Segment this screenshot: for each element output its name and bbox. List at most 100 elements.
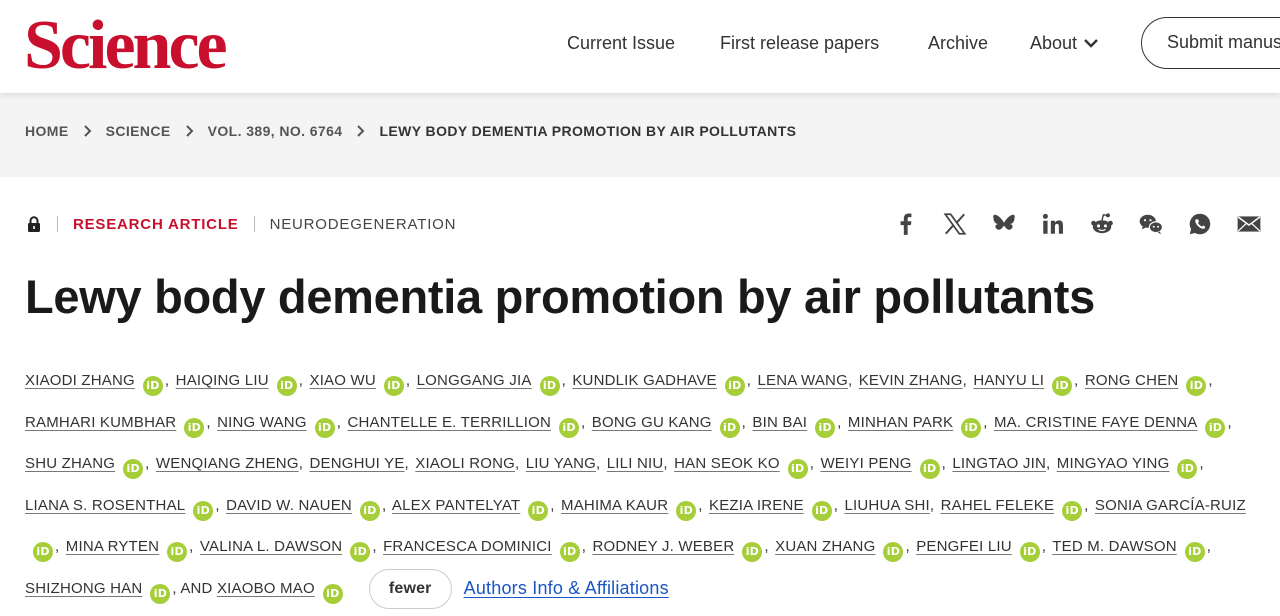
orcid-icon[interactable]: iD xyxy=(193,500,214,521)
orcid-icon[interactable]: iD xyxy=(142,376,163,396)
orcid-icon[interactable]: iD xyxy=(961,417,982,438)
x-icon[interactable] xyxy=(941,208,969,240)
orcid-icon[interactable]: iD xyxy=(528,500,549,521)
breadcrumb-home[interactable]: HOME xyxy=(25,123,69,139)
email-icon[interactable] xyxy=(1235,208,1263,240)
author-link[interactable]: MAHIMA KAUR xyxy=(561,497,668,514)
author-link[interactable]: WEIYI PENG xyxy=(820,455,911,472)
author-link[interactable]: KUNDLIK GADHAVE xyxy=(572,372,716,389)
author-link[interactable]: CHANTELLE E. TERRILLION xyxy=(347,414,551,431)
linkedin-icon[interactable] xyxy=(1039,208,1067,240)
facebook-icon[interactable] xyxy=(892,208,920,240)
author-link[interactable]: PENGFEI LIU xyxy=(916,538,1012,555)
author-link[interactable]: BONG GU KANG xyxy=(592,414,712,431)
author-link[interactable]: LIUHUA SHI xyxy=(844,497,929,514)
author-link[interactable]: HAN SEOK KO xyxy=(674,455,780,472)
orcid-icon[interactable]: iD xyxy=(559,417,579,438)
author-link[interactable]: LENA WANG xyxy=(758,372,848,389)
author-link[interactable]: MINA RYTEN xyxy=(66,538,159,555)
article-topic[interactable]: NEURODEGENERATION xyxy=(270,216,457,233)
orcid-icon[interactable]: iD xyxy=(167,542,188,563)
author-link[interactable]: MINHAN PARK xyxy=(848,414,953,431)
author-link[interactable]: ALEX PANTELYAT xyxy=(392,497,520,514)
orcid-icon[interactable]: iD xyxy=(1177,459,1198,480)
orcid-icon[interactable]: iD xyxy=(1205,417,1226,438)
orcid-icon[interactable]: iD xyxy=(359,500,380,521)
orcid-icon[interactable]: iD xyxy=(1184,542,1205,563)
orcid-icon[interactable]: iD xyxy=(314,417,335,438)
nav-about[interactable]: About xyxy=(1030,30,1099,56)
author-link[interactable]: HANYU LI xyxy=(973,372,1044,389)
orcid-icon[interactable]: iD xyxy=(787,459,808,480)
author-link[interactable]: SHIZHONG HAN xyxy=(25,580,142,597)
orcid-icon[interactable]: iD xyxy=(919,459,940,480)
orcid-icon[interactable]: iD xyxy=(33,542,53,563)
author-link[interactable]: BIN BAI xyxy=(752,414,807,431)
orcid-icon[interactable]: iD xyxy=(742,542,763,563)
author-link[interactable]: LONGGANG JIA xyxy=(417,372,532,389)
author-separator: , xyxy=(405,372,411,389)
nav-first-release-papers[interactable]: First release papers xyxy=(720,30,879,56)
author-link[interactable]: KEZIA IRENE xyxy=(709,497,804,514)
author-link[interactable]: RAHEL FELEKE xyxy=(941,497,1055,514)
nav-archive[interactable]: Archive xyxy=(928,30,988,56)
author-link[interactable]: HAIQING LIU xyxy=(176,372,269,389)
orcid-icon[interactable]: iD xyxy=(1052,376,1073,396)
orcid-icon[interactable]: iD xyxy=(719,417,740,438)
wechat-icon[interactable] xyxy=(1137,208,1165,240)
author-link[interactable]: SHU ZHANG xyxy=(25,455,115,472)
reddit-icon[interactable] xyxy=(1088,208,1116,240)
authors-info-affiliations-link[interactable]: Authors Info & Affiliations xyxy=(464,578,669,598)
author-link[interactable]: LINGTAO JIN xyxy=(952,455,1046,472)
author-separator: , xyxy=(372,538,377,556)
author-link[interactable]: KEVIN ZHANG xyxy=(859,372,963,389)
orcid-icon[interactable]: iD xyxy=(883,542,904,563)
fewer-authors-button[interactable]: fewer xyxy=(368,569,452,609)
orcid-icon[interactable]: iD xyxy=(1186,376,1207,396)
author-link[interactable]: XIAOLI RONG xyxy=(415,455,515,472)
author-link[interactable]: LIANA S. ROSENTHAL xyxy=(25,497,185,514)
author-link[interactable]: XIAODI ZHANG xyxy=(25,372,135,389)
orcid-icon[interactable]: iD xyxy=(184,417,205,438)
author-link[interactable]: LILI NIU xyxy=(607,455,664,472)
orcid-icon[interactable]: iD xyxy=(724,376,745,396)
author-link[interactable]: VALINA L. DAWSON xyxy=(200,538,342,555)
orcid-icon[interactable]: iD xyxy=(539,376,560,396)
author-link[interactable]: SONIA GARCÍA-RUIZ xyxy=(1095,497,1246,514)
orcid-icon[interactable]: iD xyxy=(559,542,580,563)
orcid-icon[interactable]: iD xyxy=(811,500,832,521)
science-logo[interactable]: Science xyxy=(24,6,228,86)
bluesky-icon[interactable] xyxy=(990,208,1018,240)
author-link[interactable]: RONG CHEN xyxy=(1085,372,1178,389)
author-link[interactable]: XIAOBO MAO xyxy=(217,580,315,597)
orcid-icon[interactable]: iD xyxy=(815,417,836,438)
author-link[interactable]: MA. CRISTINE FAYE DENNA xyxy=(994,414,1198,431)
orcid-icon[interactable]: iD xyxy=(276,376,297,396)
author-link[interactable]: WENQIANG ZHENG xyxy=(156,455,299,472)
author-link[interactable]: TED M. DAWSON xyxy=(1052,538,1177,555)
author-link[interactable]: XUAN ZHANG xyxy=(775,538,875,555)
author-link[interactable]: RAMHARI KUMBHAR xyxy=(25,414,176,431)
author-link[interactable]: NING WANG xyxy=(217,414,307,431)
author-link[interactable]: MINGYAO YING xyxy=(1057,455,1170,472)
orcid-icon[interactable]: iD xyxy=(123,459,144,480)
orcid-icon[interactable]: iD xyxy=(322,583,343,604)
author-link[interactable]: FRANCESCA DOMINICI xyxy=(383,538,552,555)
breadcrumb-volume[interactable]: VOL. 389, NO. 6764 xyxy=(208,123,343,139)
orcid-icon[interactable]: iD xyxy=(350,542,371,563)
author-link[interactable]: LIU YANG xyxy=(526,455,596,472)
breadcrumb-science[interactable]: SCIENCE xyxy=(106,123,171,139)
orcid-icon[interactable]: iD xyxy=(1062,500,1083,521)
author-link[interactable]: XIAO WU xyxy=(309,372,375,389)
author-link[interactable]: RODNEY J. WEBER xyxy=(592,538,734,555)
whatsapp-icon[interactable] xyxy=(1186,208,1214,240)
orcid-icon[interactable]: iD xyxy=(150,583,171,604)
orcid-icon[interactable]: iD xyxy=(383,376,404,396)
author-link[interactable]: DAVID W. NAUEN xyxy=(226,497,352,514)
submit-manuscript-button[interactable]: Submit manuscript xyxy=(1141,17,1280,69)
orcid-icon[interactable]: iD xyxy=(1019,542,1040,563)
orcid-icon[interactable]: iD xyxy=(676,500,697,521)
nav-current-issue[interactable]: Current Issue xyxy=(567,30,675,56)
author-link[interactable]: DENGHUI YE xyxy=(309,455,404,472)
author-separator: , xyxy=(941,455,947,473)
